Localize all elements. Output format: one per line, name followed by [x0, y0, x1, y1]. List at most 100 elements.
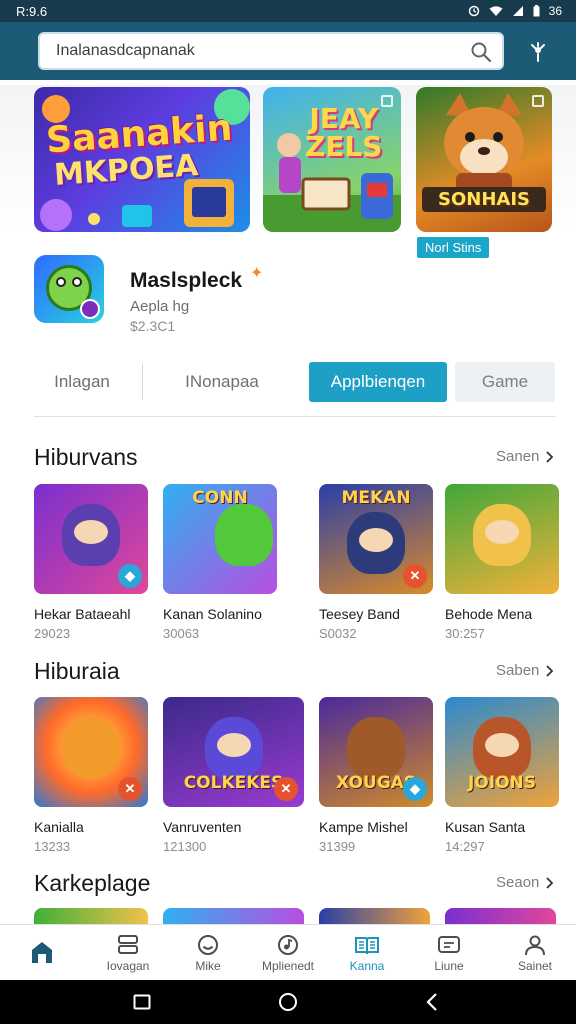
status-bar: R:9.6 36: [0, 0, 576, 22]
search-text: Inalanasdcapnanak: [56, 42, 195, 59]
game-card[interactable]: Behode Mena 30:257: [445, 484, 563, 641]
see-all-link-3[interactable]: Seaon: [496, 874, 554, 891]
game-meta: 30063: [163, 626, 200, 641]
bottom-navigation: Iovagan Mike Mplienedt Kanna Liune Saine…: [0, 924, 576, 980]
game-thumbnail: ✕: [34, 697, 148, 807]
game-card-partial[interactable]: [319, 908, 430, 924]
person-icon: [525, 935, 545, 955]
diamond-icon: ◆: [118, 564, 142, 588]
sparkle-icon: ✦: [250, 265, 264, 282]
game-title: Vanruventen: [163, 819, 242, 835]
battery-level: 36: [548, 4, 562, 18]
game-thumbnail: CONN: [163, 484, 277, 594]
game-card-partial[interactable]: [163, 908, 304, 924]
banner-card-3[interactable]: SONHAIS: [416, 87, 552, 232]
tools-icon: ✕: [403, 564, 427, 588]
tab-inonapaa[interactable]: INonapaa: [166, 362, 278, 402]
status-time: R:9.6: [16, 3, 48, 19]
game-card[interactable]: JOIONS Kusan Santa 14:297: [445, 697, 563, 854]
game-title: Kanan Solanino: [163, 606, 262, 622]
see-all-link-2[interactable]: Saben: [496, 662, 554, 679]
alarm-icon: [468, 5, 479, 17]
nav-label: Liune: [434, 958, 464, 973]
tab-inlagan[interactable]: Inlagan: [34, 362, 130, 402]
nav-home[interactable]: [2, 925, 82, 981]
game-row-1: ◆ Hekar Bataeahl 29023 CONN Kanan Solani…: [0, 484, 576, 654]
nav-sainet[interactable]: Sainet: [495, 925, 575, 981]
game-art-title: JOIONS: [467, 773, 537, 793]
game-thumbnail: [445, 484, 559, 594]
game-card-partial[interactable]: [34, 908, 148, 924]
game-title: Teesey Band: [319, 606, 400, 622]
game-card[interactable]: MEKAN ✕ Teesey Band S0032: [319, 484, 437, 641]
chevron-right-icon: [546, 450, 554, 463]
nav-label: Kanna: [349, 958, 385, 973]
banner-card-2[interactable]: JEAY ZELS: [263, 87, 401, 232]
search-input[interactable]: Inalanasdcapnanak: [38, 32, 504, 70]
game-thumbnail: XOUGAS ◆: [319, 697, 433, 807]
search-icon[interactable]: [470, 41, 492, 68]
battery-icon: [533, 5, 540, 17]
game-meta: S0032: [319, 626, 357, 641]
nav-mike[interactable]: Mike: [168, 925, 248, 981]
category-tabs: Inlagan INonapaa Applbienqen Game: [34, 362, 556, 402]
game-card[interactable]: CONN Kanan Solanino 30063: [163, 484, 281, 641]
tab-applbienqen[interactable]: Applbienqen: [309, 362, 447, 402]
see-all-link-1[interactable]: Sanen: [496, 448, 554, 465]
home-circle-icon[interactable]: [277, 992, 299, 1014]
see-all-label: Sanen: [496, 448, 540, 465]
game-thumbnail: ◆: [34, 484, 148, 594]
nav-label: Iovagan: [106, 958, 150, 973]
game-thumbnail: COLKEKES ✕: [163, 697, 304, 807]
recent-icon[interactable]: [132, 992, 152, 1012]
featured-app[interactable]: Maslspleck ✦ Aepla hg $2.3C1: [34, 255, 434, 335]
game-card[interactable]: ◆ Hekar Bataeahl 29023: [34, 484, 152, 641]
apps-icon: [118, 934, 138, 954]
game-meta: 121300: [163, 839, 207, 854]
banner-card-1[interactable]: Saanakin MKPOEA: [34, 87, 250, 232]
game-card[interactable]: XOUGAS ◆ Kampe Mishel 31399: [319, 697, 437, 854]
game-art-title: MEKAN: [341, 488, 411, 508]
nav-kanna[interactable]: Kanna: [327, 925, 407, 981]
game-card-partial[interactable]: [445, 908, 556, 924]
game-thumbnail: MEKAN ✕: [319, 484, 433, 594]
signal-icon: [512, 6, 523, 16]
message-icon: [438, 935, 460, 953]
game-meta: 14:297: [445, 839, 485, 854]
banner-3-title: SONHAIS: [422, 187, 546, 212]
banner-2-title: JEAY ZELS: [305, 102, 383, 163]
app-icon: [34, 255, 104, 323]
banner-carousel: Saanakin MKPOEA JEAY ZELS SONHAIS: [0, 85, 576, 235]
game-meta: 30:257: [445, 626, 485, 641]
nav-mplienedt[interactable]: Mplienedt: [248, 925, 328, 981]
nav-iovagan[interactable]: Iovagan: [88, 925, 168, 981]
filter-icon[interactable]: [524, 38, 552, 66]
divider: [34, 416, 556, 417]
game-art-title: CONN: [192, 488, 248, 508]
see-all-label: Seaon: [496, 874, 540, 891]
game-title: Hekar Bataeahl: [34, 606, 131, 622]
system-navigation-bar: [0, 980, 576, 1024]
see-all-label: Saben: [496, 662, 540, 679]
smile-icon: [198, 934, 218, 955]
game-card[interactable]: COLKEKES ✕ Vanruventen 121300: [163, 697, 304, 854]
game-card[interactable]: ✕ Kanialla 13233: [34, 697, 152, 854]
featured-app-price: $2.3C1: [130, 318, 176, 334]
nav-label: Mike: [195, 958, 221, 973]
music-icon: [278, 934, 298, 955]
nav-label: Mplienedt: [261, 958, 315, 973]
tab-game[interactable]: Game: [455, 362, 555, 402]
expand-icon: [532, 95, 544, 107]
expand-icon: [381, 95, 393, 107]
diamond-icon: ◆: [403, 777, 427, 801]
featured-app-name: Maslspleck: [130, 269, 243, 292]
game-meta: 31399: [319, 839, 356, 854]
home-icon: [32, 941, 52, 963]
section-title-1: Hiburvans: [34, 444, 138, 470]
game-title: Kanialla: [34, 819, 84, 835]
game-title: Behode Mena: [445, 606, 533, 622]
tools-icon: ✕: [274, 777, 298, 801]
nav-liune[interactable]: Liune: [409, 925, 489, 981]
back-icon[interactable]: [424, 992, 440, 1012]
app-bar: Inalanasdcapnanak: [0, 22, 576, 80]
